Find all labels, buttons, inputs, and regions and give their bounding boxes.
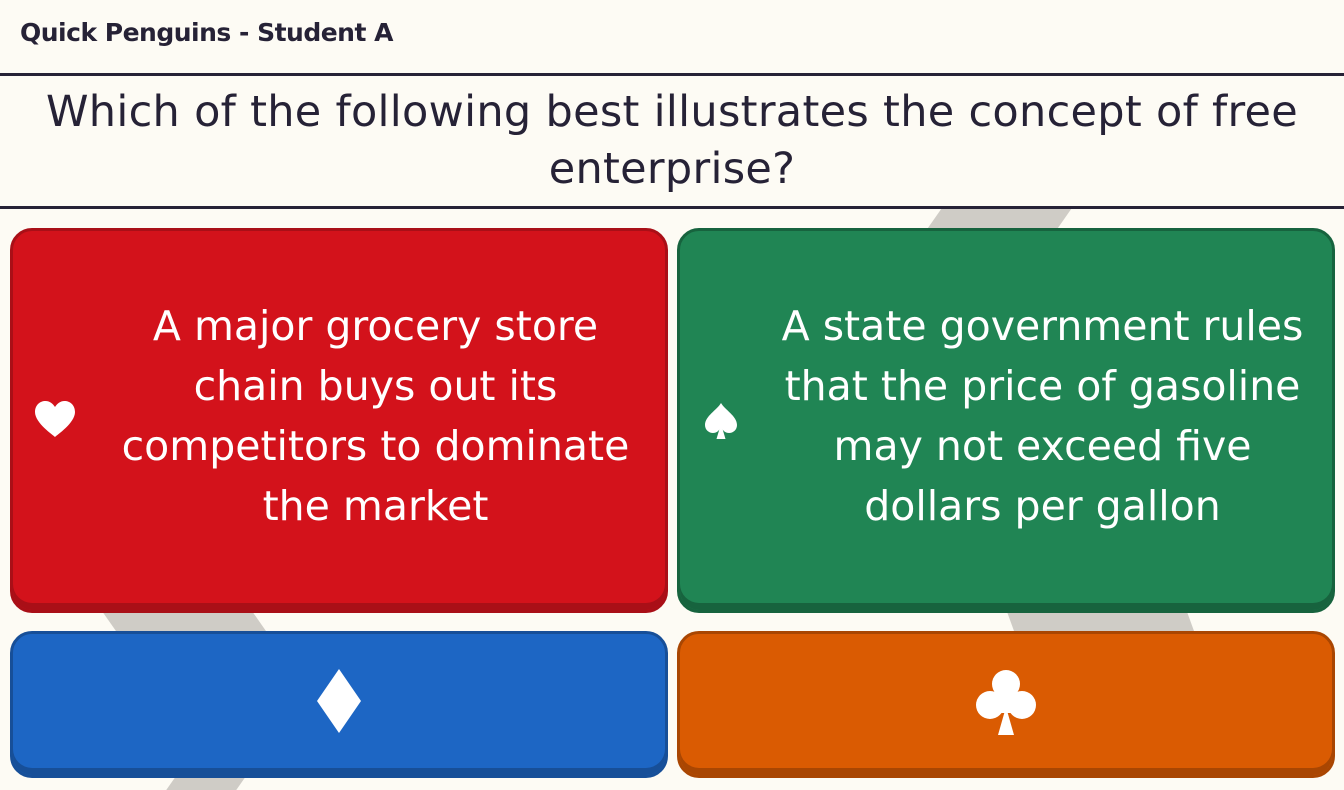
- diamond-icon: [317, 669, 361, 733]
- spade-icon: [705, 403, 737, 439]
- question-text: Which of the following best illustrates …: [45, 87, 1299, 194]
- answer-button-club[interactable]: [677, 631, 1335, 778]
- answer-text: A major grocery store chain buys out its…: [121, 302, 630, 530]
- header-bar: Quick Penguins - Student A: [0, 0, 1344, 76]
- question-panel: Which of the following best illustrates …: [0, 76, 1344, 209]
- heart-icon: [35, 401, 75, 437]
- club-icon: [976, 670, 1036, 735]
- answer-text: A state government rules that the price …: [781, 302, 1304, 530]
- answer-button-diamond[interactable]: [10, 631, 668, 778]
- game-title: Quick Penguins - Student A: [20, 18, 393, 47]
- answer-button-heart[interactable]: A major grocery store chain buys out its…: [10, 228, 668, 613]
- answer-button-spade[interactable]: A state government rules that the price …: [677, 228, 1335, 613]
